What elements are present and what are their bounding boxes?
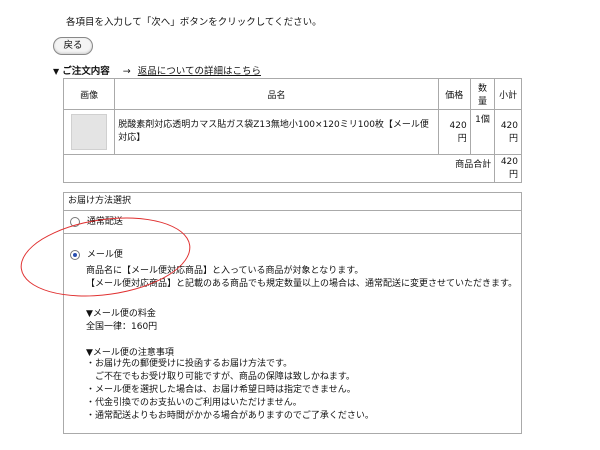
col-header-name: 品名 [114, 78, 439, 110]
product-image-cell [62, 109, 116, 155]
back-button[interactable]: 戻る [53, 37, 93, 55]
shipping-option-standard[interactable]: 通常配送 [64, 211, 521, 234]
note-item: ご不在でもお受け取り可能ですが、商品の保障は致しかねます。 [86, 372, 355, 382]
order-table: 画像 品名 価格 数量 小計 脱酸素剤対応透明カマス貼ガス袋Z13無地小100×… [62, 78, 522, 183]
product-quantity: 1個 [469, 109, 496, 155]
col-header-subtotal: 小計 [494, 78, 522, 110]
note-item: ・通常配送よりもお時間がかかる場合がありますのでご了承ください。 [86, 411, 374, 421]
section-marker: ▼ [53, 67, 60, 76]
note-item: ・お届け先の郵便受けに投函するお届け方法です。 [86, 359, 293, 369]
product-subtotal: 420円 [494, 109, 522, 155]
standard-option-label: 通常配送 [86, 217, 123, 227]
rate-title: ▼メール便の料金 [86, 309, 156, 319]
instruction-text: 各項目を入力して「次へ」ボタンをクリックしてください。 [66, 17, 322, 28]
mail-radio[interactable] [70, 249, 80, 260]
order-section-header: ▼ ご注文内容 → 返品についての詳細はこちら [53, 63, 261, 77]
shipping-option-mail[interactable]: メール便 [70, 247, 123, 260]
product-thumbnail [71, 114, 108, 150]
total-label: 商品合計 [62, 154, 496, 183]
notes-list: ・お届け先の郵便受けに投函するお届け方法です。 ご不在でもお受け取り可能ですが、… [86, 358, 374, 423]
mail-description-line: 商品名に【メール便対応商品】と入っている商品が対象となります。 [86, 266, 364, 276]
order-table-header-row: 画像 品名 価格 数量 小計 [62, 78, 522, 110]
total-row: 商品合計 420円 [62, 154, 522, 183]
standard-radio[interactable] [70, 216, 80, 227]
note-item: ・代金引換でのお支払いのご利用はいただけません。 [86, 398, 302, 408]
shipping-panel-title: お届け方法選択 [64, 193, 521, 211]
col-header-price: 価格 [437, 78, 471, 110]
mail-description-line: 【メール便対応商品】と記載のある商品でも規定数量以上の場合は、通常配送に変更させ… [86, 278, 518, 289]
shipping-method-panel: お届け方法選択 通常配送 メール便 商品名に【メール便対応商品】と入っている商品… [63, 192, 522, 434]
rate-value: 全国一律：160円 [86, 322, 158, 332]
returns-info-link[interactable]: 返品についての詳細はこちら [138, 66, 261, 77]
order-section-title: ご注文内容 [62, 66, 110, 77]
note-item: ・メール便を選択した場合は、お届け希望日時は指定できません。 [86, 385, 356, 395]
col-header-image: 画像 [62, 78, 116, 110]
mail-option-label: メール便 [86, 250, 123, 260]
col-header-quantity: 数量 [469, 78, 496, 110]
product-price: 420円 [437, 109, 471, 155]
total-value: 420円 [494, 154, 522, 183]
notes-title: ▼メール便の注意事項 [86, 348, 174, 358]
mail-description: 商品名に【メール便対応商品】と入っている商品が対象となります。 【メール便対応商… [86, 265, 517, 290]
product-name: 脱酸素剤対応透明カマス貼ガス袋Z13無地小100×120ミリ100枚【メール便対… [114, 109, 439, 155]
arrow-icon: → [122, 66, 131, 77]
table-row: 脱酸素剤対応透明カマス貼ガス袋Z13無地小100×120ミリ100枚【メール便対… [62, 109, 522, 155]
